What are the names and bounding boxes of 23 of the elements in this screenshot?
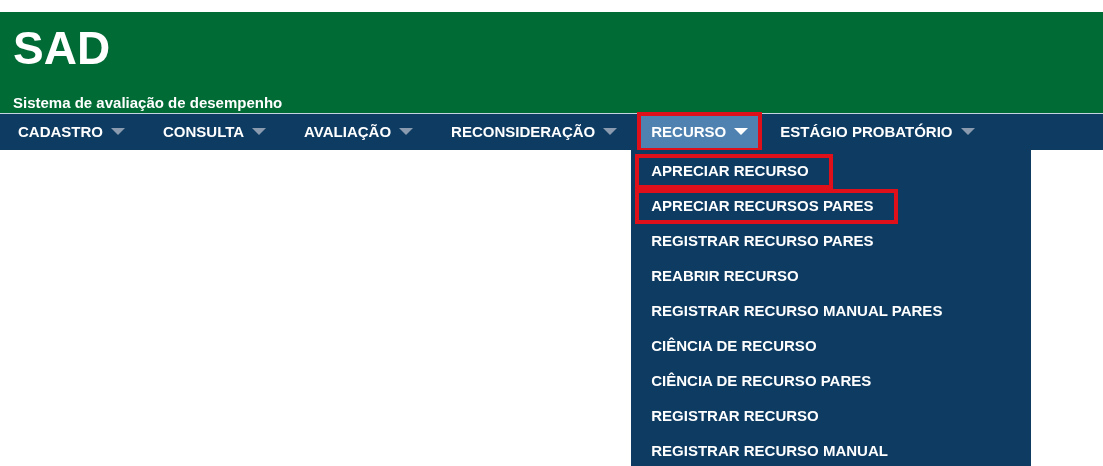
dropdown-item[interactable]: REGISTRAR RECURSO MANUAL PARES (635, 294, 959, 329)
caret-icon (399, 128, 414, 136)
dropdown-item[interactable]: REGISTRAR RECURSO (635, 399, 835, 434)
caret-icon (111, 128, 125, 136)
caret-icon (603, 128, 618, 136)
app-subtitle: Sistema de avaliação de desempenho (13, 94, 284, 112)
menu-tab[interactable]: CONSULTA (163, 114, 267, 150)
app-title: SAD (13, 22, 112, 74)
menu-tab[interactable]: RECURSO (639, 114, 761, 150)
dropdown-item[interactable]: CIÊNCIA DE RECURSO (635, 329, 833, 364)
dropdown-item[interactable]: CIÊNCIA DE RECURSO PARES (635, 364, 888, 399)
menu-tab[interactable]: AVALIAÇÃO (304, 114, 414, 150)
menu-tab[interactable]: RECONSIDERAÇÃO (451, 114, 618, 150)
caret-icon (252, 128, 267, 136)
menu-tab[interactable]: CADASTRO (18, 114, 125, 150)
dropdown-item[interactable]: APRECIAR RECURSO (635, 154, 833, 189)
menu-tab[interactable]: ESTÁGIO PROBATÓRIO (780, 114, 975, 150)
dropdown-item[interactable]: REGISTRAR RECURSO MANUAL (635, 434, 904, 466)
dropdown-item[interactable]: REGISTRAR RECURSO PARES (635, 224, 890, 259)
caret-icon (734, 128, 749, 136)
dropdown-item[interactable]: REABRIR RECURSO (635, 259, 815, 294)
dropdown-item[interactable]: APRECIAR RECURSOS PARES (635, 189, 898, 224)
caret-icon (960, 128, 975, 136)
